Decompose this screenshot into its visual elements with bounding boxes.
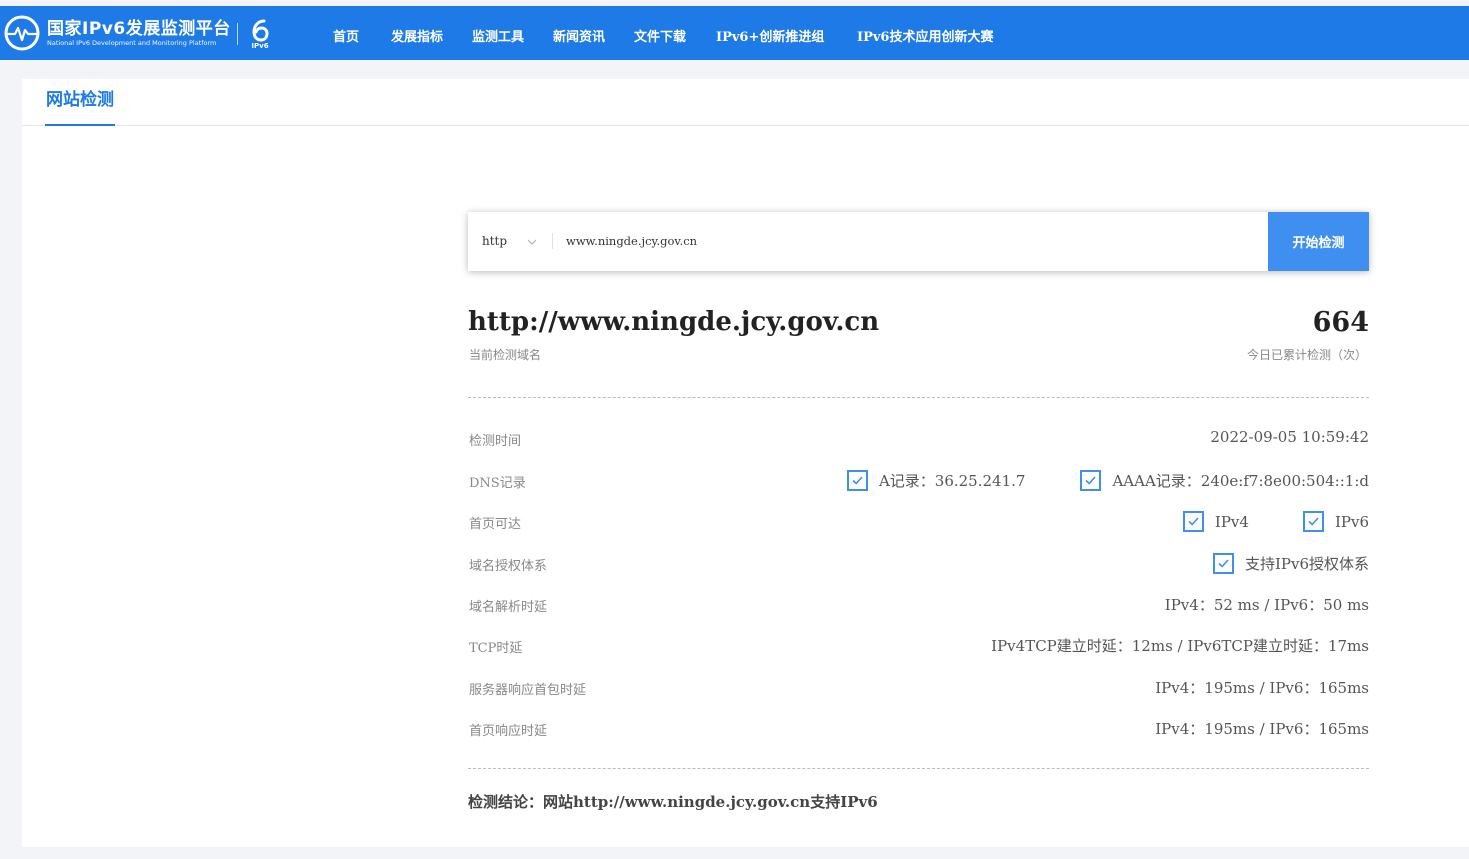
current-domain: http://www.ningde.jcy.gov.cn xyxy=(468,307,880,337)
tcp-value: IPv4TCP建立时延：12ms / IPv6TCP建立时延：17ms xyxy=(991,637,1369,655)
dashed-divider-bottom xyxy=(468,768,1369,769)
logo-divider xyxy=(237,23,238,45)
check-conclusion: 检测结论：网站http://www.ningde.jcy.gov.cn支持IPv… xyxy=(468,793,878,811)
today-check-count-caption: 今日已累计检测（次） xyxy=(1246,348,1367,362)
search-divider xyxy=(552,233,553,249)
search-bar: http 开始检测 xyxy=(468,212,1369,271)
chevron-down-icon xyxy=(527,239,537,245)
checkbox-checked-icon xyxy=(1212,553,1234,574)
ipv6-badge-text: IPv6 xyxy=(251,42,269,50)
tcp-label: TCP时延 xyxy=(469,641,523,656)
checkbox-checked-icon xyxy=(1302,511,1324,532)
dns-label: DNS记录 xyxy=(469,476,526,491)
start-check-button[interactable]: 开始检测 xyxy=(1268,212,1369,271)
result-row-tcp: TCP时延 IPv4TCP建立时延：12ms / IPv6TCP建立时延：17m… xyxy=(468,634,1369,656)
tab-bar: 网站检测 xyxy=(22,79,1469,126)
result-row-dns: DNS记录 A记录：36.25.241.7 AAAA记录：240e:f7:8e0… xyxy=(468,469,1369,491)
url-input[interactable] xyxy=(566,226,1256,256)
resolve-value: IPv4：52 ms / IPv6：50 ms xyxy=(1164,596,1369,614)
checkbox-checked-icon xyxy=(1080,470,1102,491)
reachable-ipv4: IPv4 xyxy=(1182,511,1249,532)
dns-aaaa-text: AAAA记录：240e:f7:8e00:504::1:d xyxy=(1112,472,1369,490)
current-domain-caption: 当前检测域名 xyxy=(469,348,542,362)
auth-supported: 支持IPv6授权体系 xyxy=(1212,553,1369,574)
logo-subtitle: National IPv6 Development and Monitoring… xyxy=(47,38,217,47)
first-packet-value: IPv4：195ms / IPv6：165ms xyxy=(1155,679,1369,697)
nav-news[interactable]: 新闻资讯 xyxy=(553,29,605,47)
logo-title: 国家IPv6发展监测平台 xyxy=(47,18,231,39)
auth-text: 支持IPv6授权体系 xyxy=(1244,555,1369,573)
nav-ipv6-plus-group[interactable]: IPv6+创新推进组 xyxy=(716,29,824,47)
auth-label: 域名授权体系 xyxy=(469,559,548,574)
result-row-resolve: 域名解析时延 IPv4：52 ms / IPv6：50 ms xyxy=(468,593,1369,615)
reachable-ipv4-text: IPv4 xyxy=(1214,512,1249,531)
tab-website-check[interactable]: 网站检测 xyxy=(45,79,115,126)
nav-downloads[interactable]: 文件下载 xyxy=(634,29,686,47)
protocol-value: http xyxy=(482,234,508,248)
reachable-values: IPv4 IPv6 xyxy=(1182,511,1369,532)
reachable-ipv6-text: IPv6 xyxy=(1334,512,1369,531)
result-row-first-packet: 服务器响应首包时延 IPv4：195ms / IPv6：165ms xyxy=(468,676,1369,698)
ipv6-six-icon xyxy=(252,19,269,42)
check-time-label: 检测时间 xyxy=(469,434,522,449)
top-navigation-bar: 国家IPv6发展监测平台 National IPv6 Development a… xyxy=(0,6,1469,60)
nav-home[interactable]: 首页 xyxy=(333,29,359,47)
nav-ipv6-competition[interactable]: IPv6技术应用创新大赛 xyxy=(857,29,993,47)
heartbeat-globe-icon xyxy=(4,15,40,51)
protocol-select[interactable]: http xyxy=(482,212,538,271)
reachable-ipv6: IPv6 xyxy=(1302,511,1369,532)
today-check-count: 664 xyxy=(1312,307,1369,338)
auth-values: 支持IPv6授权体系 xyxy=(1212,553,1369,574)
dns-a-record: A记录：36.25.241.7 xyxy=(846,470,1026,491)
first-packet-label: 服务器响应首包时延 xyxy=(469,683,587,698)
result-row-auth: 域名授权体系 支持IPv6授权体系 xyxy=(468,552,1369,574)
result-row-time: 检测时间 2022-09-05 10:59:42 xyxy=(468,427,1369,449)
result-row-reachable: 首页可达 IPv4 IPv6 xyxy=(468,510,1369,532)
checkbox-checked-icon xyxy=(1182,511,1204,532)
dns-a-text: A记录：36.25.241.7 xyxy=(878,472,1026,490)
ipv6-badge: IPv6 xyxy=(246,18,274,58)
platform-logo[interactable]: 国家IPv6发展监测平台 National IPv6 Development a… xyxy=(4,15,231,51)
nav-monitoring-tools[interactable]: 监测工具 xyxy=(472,29,524,47)
resolve-label: 域名解析时延 xyxy=(469,600,548,615)
page-response-label: 首页响应时延 xyxy=(469,724,548,739)
checkbox-checked-icon xyxy=(846,470,868,491)
dashed-divider-top xyxy=(468,397,1369,398)
dns-aaaa-record: AAAA记录：240e:f7:8e00:504::1:d xyxy=(1080,470,1369,491)
check-time-value: 2022-09-05 10:59:42 xyxy=(1210,428,1369,446)
main-card: 网站检测 http 开始检测 http://www.ningde.jcy.gov… xyxy=(22,79,1469,847)
result-row-page-response: 首页响应时延 IPv4：195ms / IPv6：165ms xyxy=(468,717,1369,739)
nav-development-indicators[interactable]: 发展指标 xyxy=(391,29,443,47)
reachable-label: 首页可达 xyxy=(469,517,522,532)
page-response-value: IPv4：195ms / IPv6：165ms xyxy=(1155,720,1369,738)
dns-values: A记录：36.25.241.7 AAAA记录：240e:f7:8e00:504:… xyxy=(846,470,1369,491)
